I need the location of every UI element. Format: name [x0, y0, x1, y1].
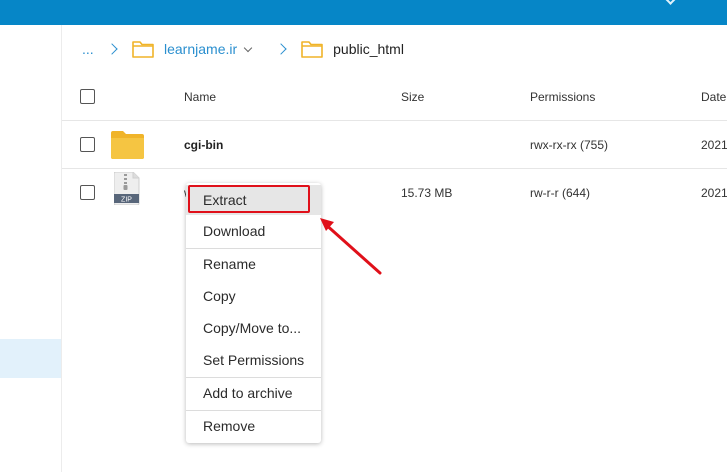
menu-item-add-to-archive[interactable]: Add to archive — [186, 378, 321, 408]
file-size: 15.73 MB — [401, 186, 453, 200]
chevron-down-icon[interactable] — [664, 0, 677, 5]
chevron-right-icon — [275, 43, 287, 55]
file-permissions: rwx-rx-rx (755) — [530, 138, 608, 152]
file-table: Name Size Permissions Date cgi-bin rwx-r… — [62, 73, 727, 217]
folder-icon — [132, 39, 154, 59]
select-all-checkbox[interactable] — [80, 89, 95, 104]
menu-item-set-permissions[interactable]: Set Permissions — [186, 345, 321, 375]
annotation-highlight-box — [188, 185, 310, 213]
context-menu: Extract Download Rename Copy Copy/Move t… — [186, 183, 321, 443]
column-header-name[interactable]: Name — [184, 90, 216, 104]
menu-item-copy[interactable]: Copy — [186, 281, 321, 311]
table-row[interactable]: ZIP w 15.73 MB rw-r-r (644) 2021 — [62, 169, 727, 217]
menu-item-remove[interactable]: Remove — [186, 411, 321, 441]
column-header-date[interactable]: Date — [701, 90, 726, 104]
breadcrumb-ellipsis[interactable]: ... — [82, 41, 104, 57]
zip-file-icon: ZIP — [113, 171, 141, 206]
table-header: Name Size Permissions Date — [62, 73, 727, 121]
menu-item-copy-move-to[interactable]: Copy/Move to... — [186, 313, 321, 343]
chevron-right-icon — [106, 43, 118, 55]
file-date: 2021 — [701, 186, 727, 200]
sidebar — [0, 25, 62, 472]
breadcrumb: ... learnjame.ir public_html — [82, 36, 404, 62]
file-permissions: rw-r-r (644) — [530, 186, 590, 200]
breadcrumb-current-folder: public_html — [333, 41, 404, 57]
folder-icon — [111, 131, 144, 159]
annotation-arrow-icon — [320, 218, 382, 275]
row-checkbox[interactable] — [80, 185, 95, 200]
file-name[interactable]: cgi-bin — [184, 138, 223, 152]
zip-label: ZIP — [121, 197, 132, 204]
chevron-down-icon[interactable] — [243, 43, 253, 52]
column-header-size[interactable]: Size — [401, 90, 424, 104]
menu-item-download[interactable]: Download — [186, 216, 321, 246]
table-row[interactable]: cgi-bin rwx-rx-rx (755) 2021 — [62, 121, 727, 169]
breadcrumb-domain[interactable]: learnjame.ir — [164, 41, 237, 57]
file-date: 2021 — [701, 138, 727, 152]
menu-item-rename[interactable]: Rename — [186, 249, 321, 279]
row-checkbox[interactable] — [80, 137, 95, 152]
folder-icon — [301, 39, 323, 59]
sidebar-active-item[interactable] — [0, 339, 61, 378]
top-bar — [0, 0, 727, 25]
column-header-permissions[interactable]: Permissions — [530, 90, 595, 104]
